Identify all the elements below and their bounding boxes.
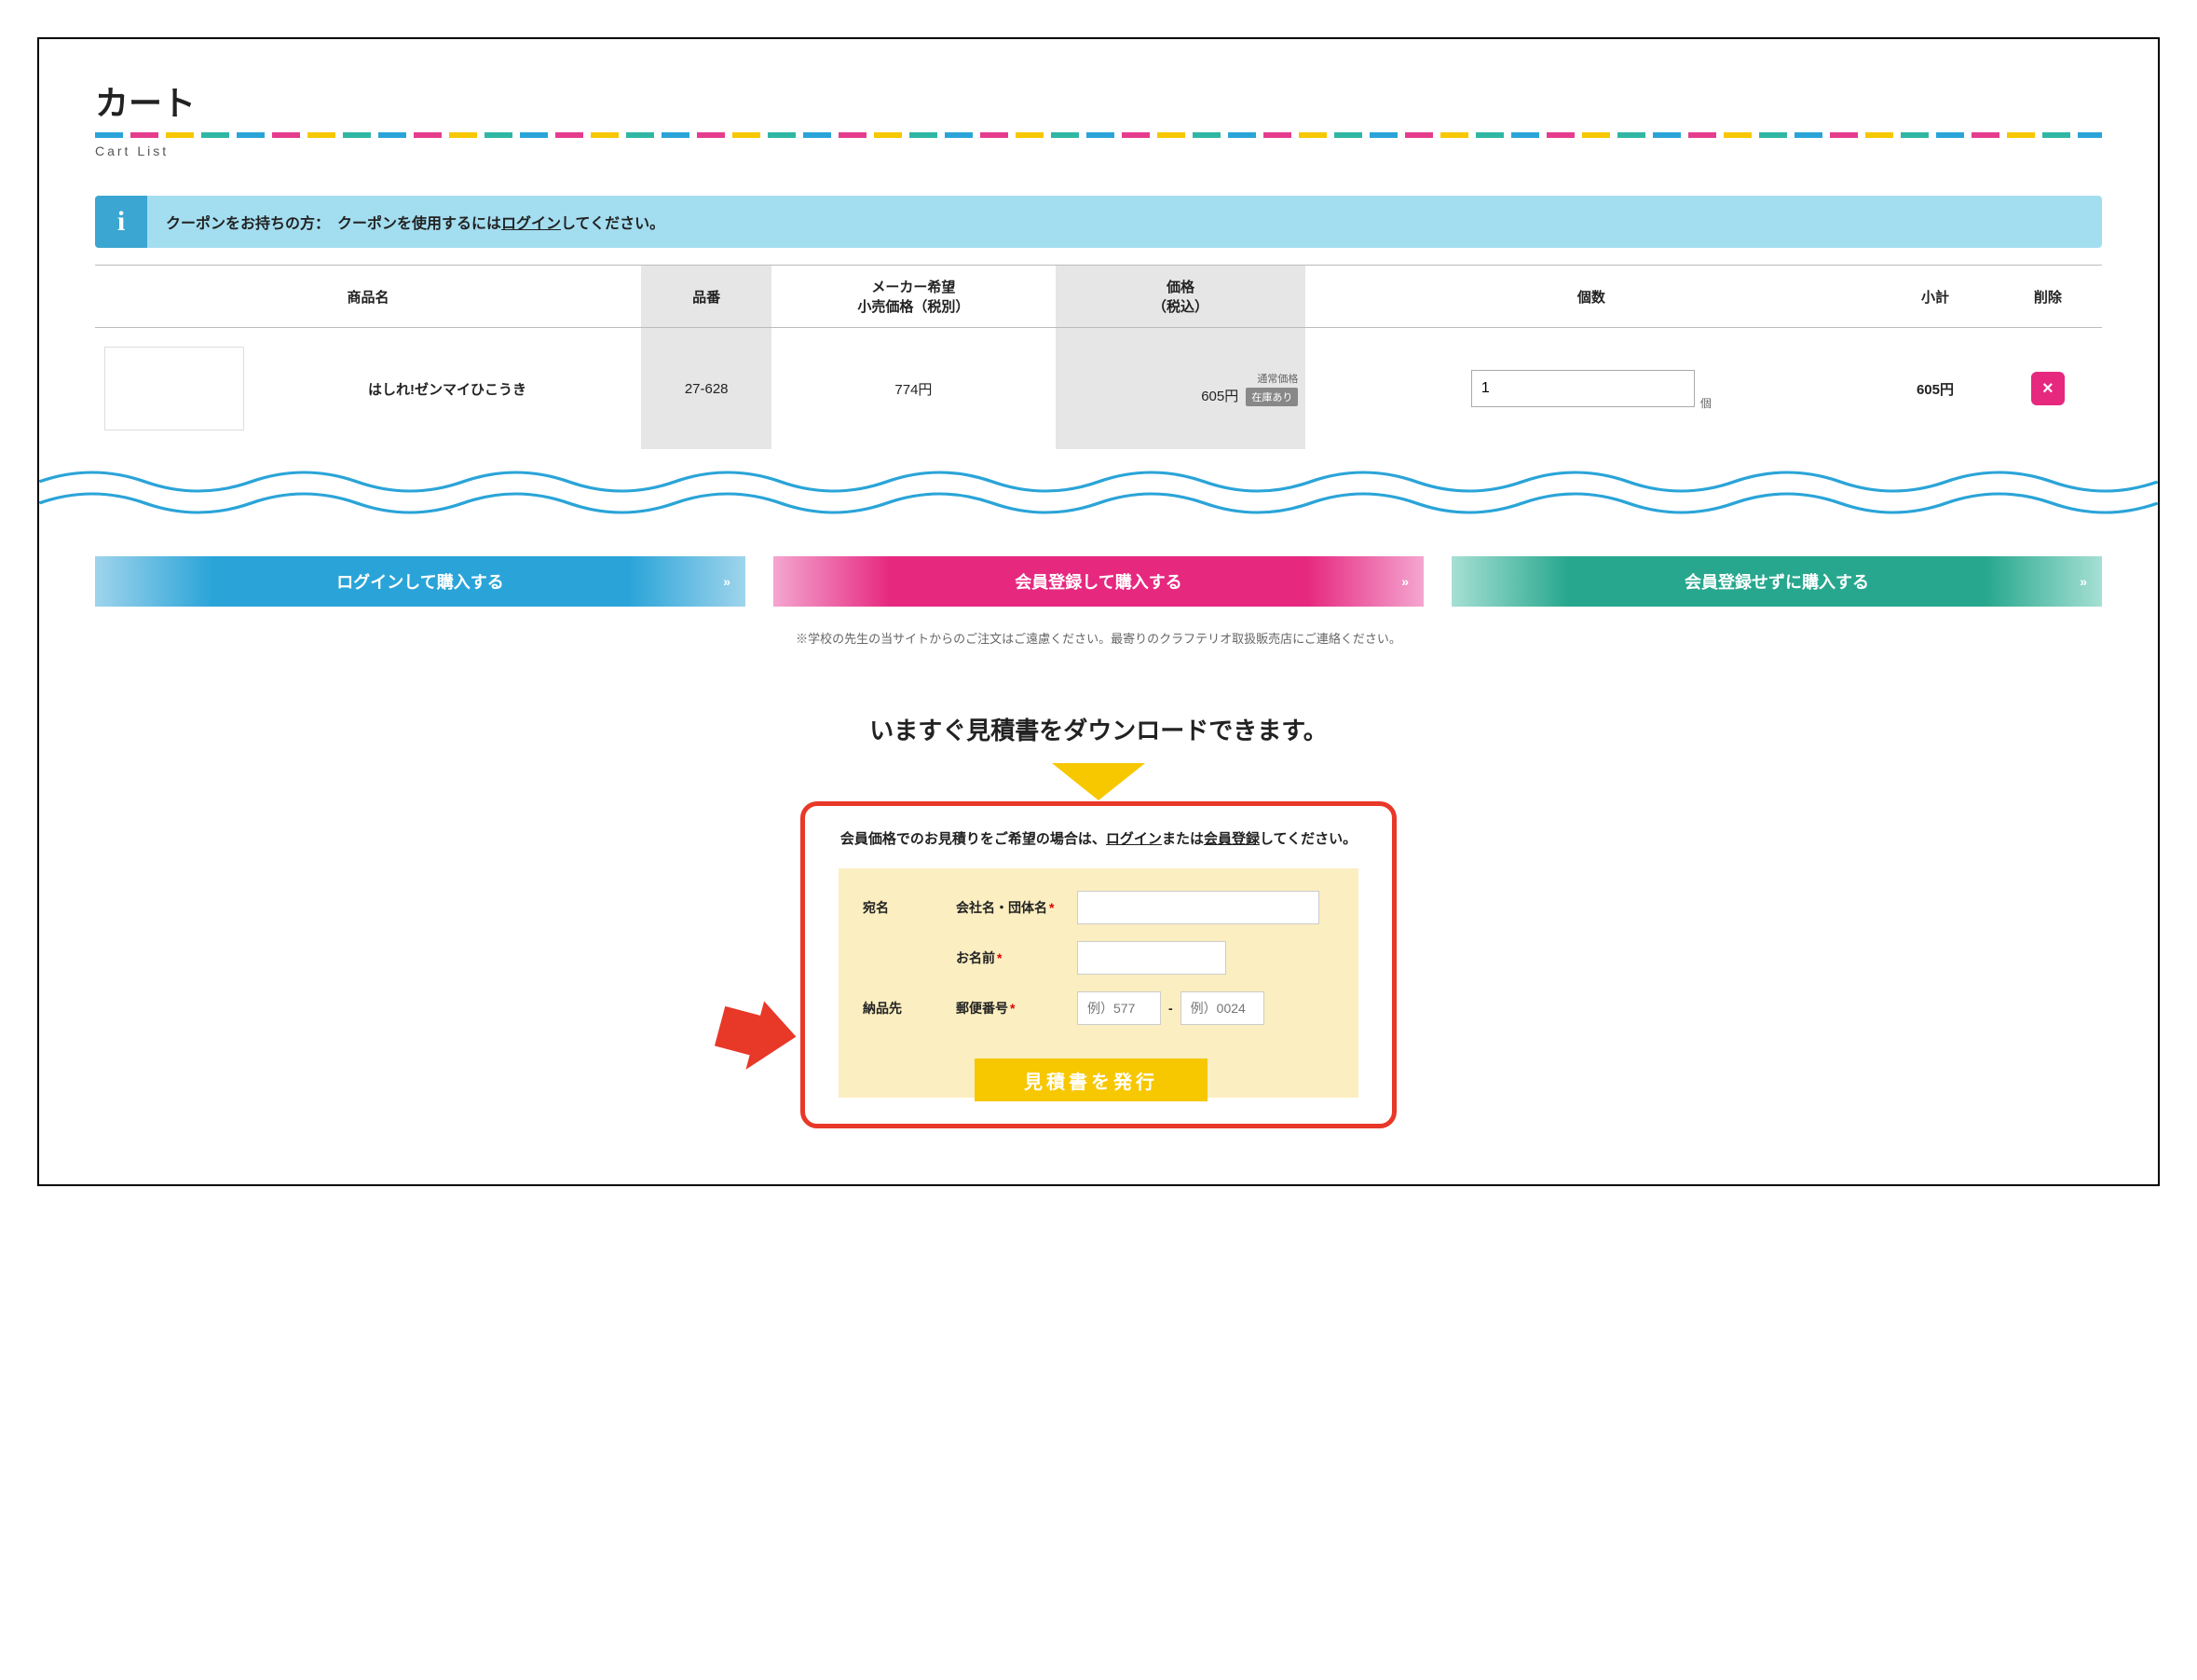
product-name: はしれ!ゼンマイひこうき bbox=[253, 328, 641, 450]
coupon-info-prefix: クーポンをお持ちの方： クーポンを使用するには bbox=[166, 216, 501, 232]
purchase-actions: ログインして購入する » 会員登録して購入する » 会員登録せずに購入する » bbox=[95, 556, 2102, 607]
login-purchase-label: ログインして購入する bbox=[336, 573, 503, 592]
col-delete: 削除 bbox=[1994, 266, 2102, 328]
name-field-label: お名前* bbox=[956, 949, 1077, 967]
col-qty: 個数 bbox=[1305, 266, 1876, 328]
quote-register-link[interactable]: 会員登録 bbox=[1204, 831, 1260, 847]
info-icon: i bbox=[95, 196, 147, 248]
cart-table: 商品名 品番 メーカー希望 小売価格（税別） 価格 （税込） 個数 小計 削除 … bbox=[95, 265, 2102, 449]
title-divider bbox=[95, 132, 2102, 138]
quote-note: 会員価格でのお見積りをご希望の場合は、ログインまたは会員登録してください。 bbox=[839, 828, 1358, 848]
page-subtitle: Cart List bbox=[95, 143, 2102, 158]
close-icon: × bbox=[2042, 378, 2054, 399]
product-price: 605円 bbox=[1201, 389, 1238, 404]
company-input[interactable] bbox=[1077, 891, 1319, 924]
price-label: 通常価格 bbox=[1063, 371, 1299, 386]
col-name: 商品名 bbox=[95, 266, 641, 328]
coupon-info-text: クーポンをお持ちの方： クーポンを使用するにはログインしてください。 bbox=[166, 211, 664, 233]
quote-box: 会員価格でのお見積りをご希望の場合は、ログインまたは会員登録してください。 宛名… bbox=[800, 801, 1397, 1128]
name-input[interactable] bbox=[1077, 941, 1226, 975]
quantity-unit: 個 bbox=[1700, 395, 1712, 411]
stock-badge: 在庫あり bbox=[1246, 388, 1298, 406]
zip-field-label: 郵便番号* bbox=[956, 999, 1077, 1018]
col-msrp: メーカー希望 小売価格（税別） bbox=[771, 266, 1055, 328]
chevron-right-icon: » bbox=[2080, 574, 2083, 589]
guest-purchase-button[interactable]: 会員登録せずに購入する » bbox=[1452, 556, 2102, 607]
quote-submit-button[interactable]: 見積書を発行 bbox=[975, 1059, 1208, 1101]
quantity-input[interactable] bbox=[1471, 370, 1695, 407]
wave-separator bbox=[39, 458, 2158, 528]
col-subtotal: 小計 bbox=[1876, 266, 1993, 328]
chevron-right-icon: » bbox=[723, 574, 727, 589]
zip2-input[interactable] bbox=[1180, 991, 1264, 1025]
page-frame: カート Cart List i クーポンをお持ちの方： クーポンを使用するにはロ… bbox=[37, 37, 2160, 1186]
login-purchase-button[interactable]: ログインして購入する » bbox=[95, 556, 745, 607]
purchase-note: ※学校の先生の当サイトからのご注文はご遠慮ください。最寄りのクラフテリオ取扱販売… bbox=[95, 629, 2102, 647]
arrow-down-icon bbox=[95, 763, 2102, 805]
quote-form: 宛名 会社名・団体名* お名前* 納品先 郵便番号* - 見積書を発行 bbox=[839, 868, 1358, 1098]
delivery-section-label: 納品先 bbox=[863, 999, 956, 1018]
zip-dash: - bbox=[1168, 1001, 1173, 1016]
quote-login-link[interactable]: ログイン bbox=[1106, 831, 1162, 847]
col-price: 価格 （税込） bbox=[1056, 266, 1306, 328]
company-field-label: 会社名・団体名* bbox=[956, 898, 1077, 917]
product-thumbnail bbox=[104, 347, 244, 430]
register-purchase-button[interactable]: 会員登録して購入する » bbox=[773, 556, 1424, 607]
quote-heading: いますぐ見積書をダウンロードできます。 bbox=[95, 712, 2102, 746]
guest-purchase-label: 会員登録せずに購入する bbox=[1685, 573, 1869, 592]
coupon-login-link[interactable]: ログイン bbox=[501, 216, 561, 232]
pointer-arrow-icon bbox=[712, 998, 796, 1086]
coupon-info-suffix: してください。 bbox=[561, 216, 664, 232]
page-title: カート bbox=[95, 76, 2102, 125]
register-purchase-label: 会員登録して購入する bbox=[1015, 573, 1181, 592]
product-msrp: 774円 bbox=[771, 328, 1055, 450]
product-subtotal: 605円 bbox=[1876, 328, 1993, 450]
cart-row: はしれ!ゼンマイひこうき 27-628 774円 通常価格 605円 在庫あり … bbox=[95, 328, 2102, 450]
delete-button[interactable]: × bbox=[2031, 372, 2065, 405]
zip1-input[interactable] bbox=[1077, 991, 1161, 1025]
chevron-right-icon: » bbox=[1401, 574, 1405, 589]
col-code: 品番 bbox=[641, 266, 771, 328]
coupon-info-bar: i クーポンをお持ちの方： クーポンを使用するにはログインしてください。 bbox=[95, 196, 2102, 248]
addressee-section-label: 宛名 bbox=[863, 898, 956, 917]
product-code: 27-628 bbox=[641, 328, 771, 450]
